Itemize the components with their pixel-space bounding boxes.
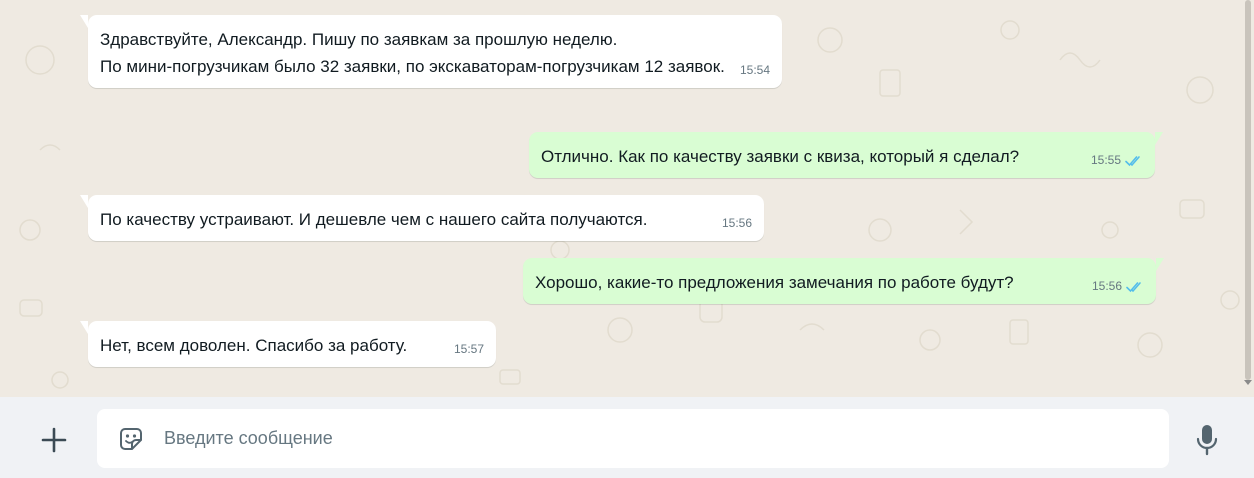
- plus-icon: [41, 427, 67, 453]
- outgoing-message[interactable]: Хорошо, какие-то предложения замечания п…: [523, 258, 1164, 304]
- message-meta: 15:57: [454, 342, 484, 357]
- double-check-read-icon: [1125, 155, 1140, 166]
- message-text: Отлично. Как по качеству заявки с квиза,…: [541, 147, 1020, 166]
- message-meta: 15:56: [722, 216, 752, 231]
- message-meta: 15:54: [740, 63, 770, 78]
- bubble-tail: [80, 15, 88, 28]
- attach-plus-button[interactable]: [36, 422, 72, 458]
- message-text: Нет, всем доволен. Спасибо за работу.: [100, 336, 408, 355]
- bubble-tail: [1155, 132, 1163, 145]
- microphone-icon: [1196, 425, 1218, 456]
- bubble-tail: [80, 195, 88, 208]
- scrollbar[interactable]: [1245, 0, 1251, 380]
- bubble-tail: [80, 321, 88, 334]
- message-input[interactable]: [164, 428, 1169, 449]
- message-time: 15:56: [721, 216, 752, 230]
- message-time: 15:55: [1090, 153, 1121, 167]
- chat-area: Здравствуйте, Александр. Пишу по заявкам…: [0, 0, 1254, 397]
- voice-message-button[interactable]: [1192, 422, 1222, 458]
- message-text: По качеству устраивают. И дешевле чем с …: [100, 210, 648, 229]
- message-input-box[interactable]: [97, 409, 1169, 468]
- message-time: 15:56: [1091, 279, 1122, 293]
- message-text: Здравствуйте, Александр. Пишу по заявкам…: [100, 30, 725, 76]
- incoming-message[interactable]: По качеству устраивают. И дешевле чем с …: [80, 195, 764, 241]
- message-meta: 15:56: [1092, 279, 1144, 294]
- sticker-icon[interactable]: [116, 424, 146, 454]
- outgoing-message[interactable]: Отлично. Как по качеству заявки с квиза,…: [529, 132, 1163, 178]
- double-check-read-icon: [1126, 281, 1141, 292]
- incoming-message[interactable]: Здравствуйте, Александр. Пишу по заявкам…: [80, 15, 782, 88]
- bubble-tail: [1156, 258, 1164, 271]
- message-time: 15:54: [739, 63, 770, 77]
- scroll-down-arrow-icon[interactable]: [1244, 380, 1252, 385]
- message-time: 15:57: [453, 342, 484, 356]
- incoming-message[interactable]: Нет, всем доволен. Спасибо за работу. 15…: [80, 321, 496, 367]
- message-meta: 15:55: [1091, 153, 1143, 168]
- message-text: Хорошо, какие-то предложения замечания п…: [535, 273, 1014, 292]
